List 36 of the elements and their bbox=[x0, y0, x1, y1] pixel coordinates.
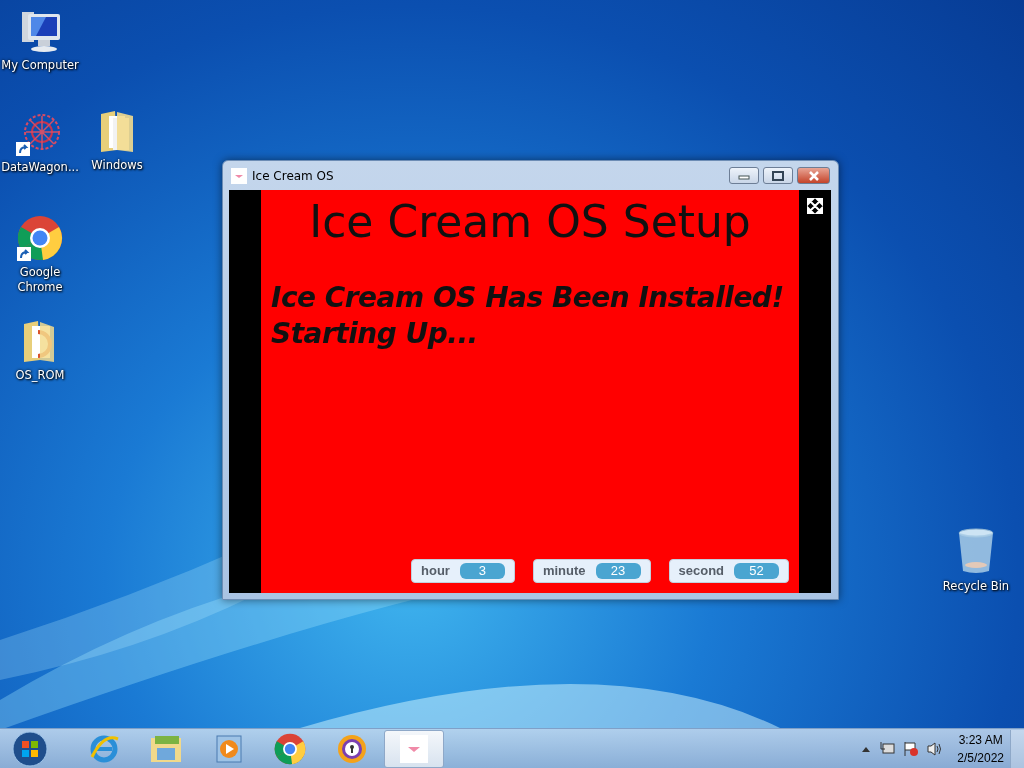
clock-date: 2/5/2022 bbox=[957, 749, 1004, 767]
maximize-button[interactable] bbox=[763, 167, 793, 184]
chrome-icon[interactable] bbox=[17, 215, 63, 261]
shortcut-arrow-icon bbox=[17, 247, 31, 261]
setup-heading: Ice Cream OS Setup bbox=[308, 196, 752, 248]
app-icon bbox=[400, 734, 428, 763]
icon-label: Windows bbox=[90, 158, 144, 173]
media-player-icon bbox=[213, 733, 243, 764]
icon-label: My Computer bbox=[1, 58, 79, 73]
shortcut-arrow-icon bbox=[16, 142, 30, 156]
monitor-label: hour bbox=[421, 562, 450, 581]
shield-lock-icon bbox=[336, 732, 368, 765]
close-icon bbox=[807, 170, 820, 181]
folder-icon bbox=[149, 733, 183, 764]
maximize-icon bbox=[772, 170, 784, 181]
recycle-bin-icon[interactable] bbox=[956, 527, 996, 575]
monitor-label: minute bbox=[542, 562, 586, 581]
fullscreen-icon[interactable] bbox=[807, 198, 823, 214]
speaker-icon[interactable] bbox=[927, 740, 944, 757]
flag-icon[interactable] bbox=[903, 740, 920, 757]
chrome-icon bbox=[274, 732, 306, 765]
icon-label: Google Chrome bbox=[16, 265, 64, 295]
app-icon bbox=[231, 167, 247, 184]
clock-time: 3:23 AM bbox=[957, 731, 1004, 749]
monitor-value: 3 bbox=[459, 563, 505, 579]
icon-label: OS_ROM bbox=[14, 368, 66, 383]
window-title: Ice Cream OS bbox=[252, 167, 334, 185]
monitor-value: 52 bbox=[734, 563, 780, 579]
monitor-label: second bbox=[678, 562, 725, 581]
monitor-value: 23 bbox=[595, 563, 641, 579]
close-button[interactable] bbox=[797, 167, 830, 184]
network-icon[interactable] bbox=[879, 740, 896, 757]
icon-label: DataWagon... bbox=[1, 160, 79, 175]
icon-label: Recycle Bin bbox=[941, 579, 1011, 594]
minimize-button[interactable] bbox=[729, 167, 759, 184]
status-message: Ice Cream OS Has Been Installed! Starting Up... bbox=[271, 280, 785, 352]
